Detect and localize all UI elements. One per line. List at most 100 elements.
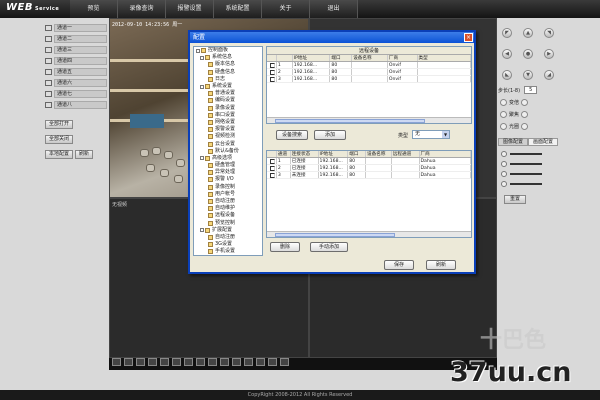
ptz-right-icon[interactable]: ▶ — [544, 49, 554, 59]
snapshot-icon[interactable] — [220, 358, 229, 366]
tree-node[interactable]: 自动注册 — [194, 234, 262, 241]
channel-item[interactable]: 通道三 — [45, 44, 107, 55]
fullscreen-icon[interactable] — [172, 358, 181, 366]
tree-node[interactable]: NTP设置 — [194, 255, 262, 256]
nav-item-1[interactable]: 录像查询 — [118, 0, 166, 18]
tab-image-config[interactable]: 图像配置 — [498, 138, 528, 146]
refresh-button[interactable]: 刷新 — [74, 150, 93, 159]
audio-icon[interactable] — [232, 358, 241, 366]
tree-node[interactable]: 串口设置 — [194, 112, 262, 119]
nav-item-0[interactable]: 预览 — [70, 0, 118, 18]
table-row[interactable]: 2 已连接 192.168... 80 Dahua — [267, 165, 471, 172]
close-all-button[interactable]: 全部关闭 — [45, 135, 74, 144]
tree-node[interactable]: 用户帐号 — [194, 191, 262, 198]
row-checkbox[interactable] — [270, 173, 275, 178]
collapse-icon[interactable] — [200, 55, 204, 60]
layout-8-icon[interactable] — [136, 358, 145, 366]
channel-item[interactable]: 通道六 — [45, 77, 107, 88]
nav-item-3[interactable]: 系统配置 — [214, 0, 262, 18]
open-all-button[interactable]: 全部打开 — [45, 120, 74, 129]
tree-node[interactable]: 版本信息 — [194, 61, 262, 68]
channel-item[interactable]: 通道七 — [45, 88, 107, 99]
table-row[interactable]: 1 已连接 192.168... 80 Dahua — [267, 158, 471, 165]
hue-slider[interactable] — [498, 179, 558, 189]
tree-node[interactable]: 远程设备 — [194, 212, 262, 219]
row-checkbox[interactable] — [270, 63, 275, 68]
add-button[interactable]: 添加 — [314, 130, 346, 140]
added-table-scrollbar[interactable] — [267, 231, 471, 237]
row-checkbox[interactable] — [270, 166, 275, 171]
step-select[interactable]: 5 — [524, 86, 538, 94]
nav-item-2[interactable]: 报警设置 — [166, 0, 214, 18]
tree-node[interactable]: 日志 — [194, 76, 262, 83]
brightness-slider[interactable] — [498, 149, 558, 159]
next-icon[interactable] — [196, 358, 205, 366]
reset-button[interactable]: 重置 — [504, 195, 526, 204]
tree-node[interactable]: 手机设置 — [194, 248, 262, 255]
layout-9-icon[interactable] — [148, 358, 157, 366]
collapse-icon[interactable] — [196, 48, 200, 53]
table-row[interactable]: 3 192.168... 80 Onvif — [267, 76, 471, 83]
ptz-up-left-icon[interactable]: ◤ — [502, 28, 512, 38]
ptz-left-icon[interactable]: ◀ — [502, 49, 512, 59]
zoom-icon[interactable] — [280, 358, 289, 366]
ptz-up-right-icon[interactable]: ◥ — [544, 28, 554, 38]
channel-item[interactable]: 通道四 — [45, 55, 107, 66]
row-checkbox[interactable] — [270, 70, 275, 75]
ptz-up-icon[interactable]: ▲ — [523, 28, 533, 38]
ptz-center-icon[interactable]: ● — [523, 49, 533, 59]
minus-icon[interactable] — [500, 110, 507, 118]
tree-node[interactable]: 报警 I/O — [194, 176, 262, 183]
device-search-button[interactable]: 设备搜索 — [276, 130, 308, 140]
row-checkbox[interactable] — [270, 159, 275, 164]
collapse-icon[interactable] — [200, 156, 204, 161]
tree-node[interactable]: 网络设置 — [194, 119, 262, 126]
record-icon[interactable] — [208, 358, 217, 366]
plus-icon[interactable] — [521, 122, 529, 130]
table-row[interactable]: 3 未连接 192.168... 80 Dahua — [267, 172, 471, 179]
plus-icon[interactable] — [521, 110, 529, 118]
layout-16-icon[interactable] — [160, 358, 169, 366]
online-table-scrollbar[interactable] — [267, 117, 471, 123]
save-button[interactable]: 保存 — [384, 260, 414, 270]
tree-node[interactable]: 默认&备份 — [194, 148, 262, 155]
local-config-button[interactable]: 本地配置 — [45, 150, 74, 159]
minus-icon[interactable] — [500, 122, 507, 130]
tree-node[interactable]: 录像设置 — [194, 105, 262, 112]
tab-display-config[interactable]: 画面配置 — [528, 138, 558, 146]
channel-item[interactable]: 通道八 — [45, 99, 107, 110]
ptz-down-right-icon[interactable]: ◢ — [544, 70, 554, 80]
manual-add-button[interactable]: 手动添加 — [310, 242, 348, 252]
color-icon[interactable] — [268, 358, 277, 366]
saturation-slider[interactable] — [498, 169, 558, 179]
table-row[interactable]: 1 192.168... 80 Onvif — [267, 62, 471, 69]
delete-button[interactable]: 删除 — [270, 242, 300, 252]
layout-1-icon[interactable] — [112, 358, 121, 366]
tree-node[interactable]: 录像控制 — [194, 184, 262, 191]
tree-node[interactable]: 云台设置 — [194, 140, 262, 147]
close-icon[interactable]: × — [464, 33, 473, 42]
nav-item-5[interactable]: 退出 — [310, 0, 358, 18]
tree-node[interactable]: 高级选项 — [194, 155, 262, 162]
prev-icon[interactable] — [184, 358, 193, 366]
tree-node[interactable]: 硬盘信息 — [194, 69, 262, 76]
row-checkbox[interactable] — [270, 77, 275, 82]
ptz-down-left-icon[interactable]: ◣ — [502, 70, 512, 80]
nav-item-4[interactable]: 关于 — [262, 0, 310, 18]
collapse-icon[interactable] — [200, 228, 204, 233]
tree-node[interactable]: 视频检测 — [194, 133, 262, 140]
channel-item[interactable]: 通道五 — [45, 66, 107, 77]
channel-item[interactable]: 通道一 — [45, 22, 107, 33]
minus-icon[interactable] — [500, 98, 507, 106]
channel-item[interactable]: 通道二 — [45, 33, 107, 44]
tree-node[interactable]: 预览控制 — [194, 220, 262, 227]
collapse-icon[interactable] — [200, 84, 204, 89]
tree-node[interactable]: 编码设置 — [194, 97, 262, 104]
table-row[interactable]: 2 192.168... 80 Onvif — [267, 69, 471, 76]
stop-icon[interactable] — [244, 358, 253, 366]
contrast-slider[interactable] — [498, 159, 558, 169]
plus-icon[interactable] — [521, 98, 529, 106]
dialog-refresh-button[interactable]: 刷新 — [426, 260, 456, 270]
settings-icon[interactable] — [256, 358, 265, 366]
layout-4-icon[interactable] — [124, 358, 133, 366]
